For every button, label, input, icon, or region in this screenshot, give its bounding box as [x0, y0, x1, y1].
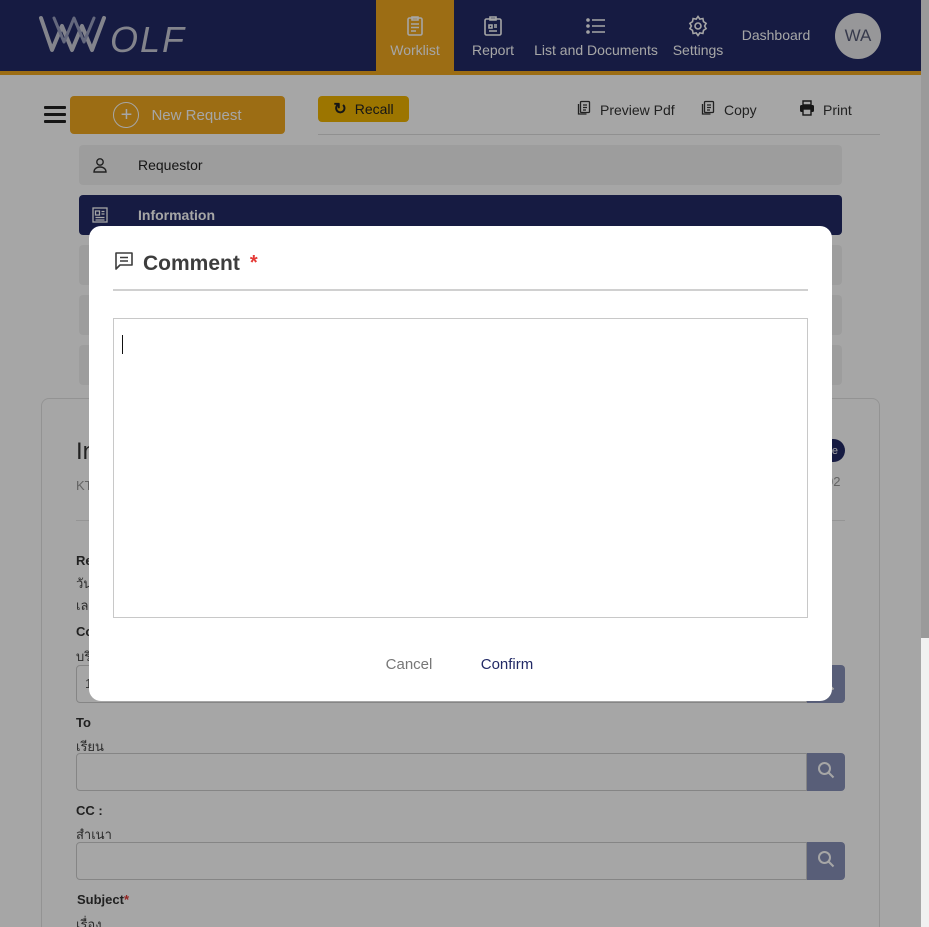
comment-icon: [113, 250, 135, 277]
cancel-button[interactable]: Cancel: [373, 651, 445, 677]
text-caret: [122, 335, 123, 354]
comment-dialog: Comment * Cancel Confirm: [89, 226, 832, 701]
confirm-button[interactable]: Confirm: [469, 651, 545, 677]
dialog-divider: [113, 289, 808, 291]
required-mark: *: [249, 252, 258, 274]
comment-textarea[interactable]: [113, 318, 808, 618]
dialog-header: Comment *: [113, 250, 258, 277]
page-scrollbar-thumb[interactable]: [921, 0, 929, 638]
dialog-title: Comment: [143, 251, 240, 275]
